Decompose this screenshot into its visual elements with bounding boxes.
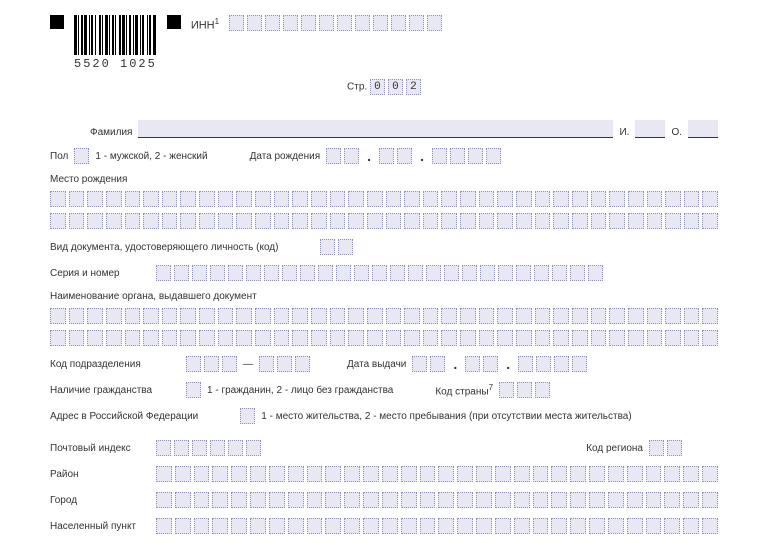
issuedate-year[interactable] xyxy=(518,356,587,372)
deptcode-part2[interactable] xyxy=(259,356,310,372)
initial-i-label: И. xyxy=(619,127,629,138)
issuer-label: Наименование органа, выдавшего документ xyxy=(50,291,257,302)
issuer-label-row: Наименование органа, выдавшего документ xyxy=(50,291,718,302)
postcode-label: Почтовый индекс xyxy=(50,443,150,454)
postcode-cells[interactable] xyxy=(156,440,261,456)
initial-o-field[interactable] xyxy=(688,120,718,138)
district-label: Район xyxy=(50,469,150,480)
city-label: Город xyxy=(50,495,150,506)
serial-label: Серия и номер xyxy=(50,268,150,279)
region-cells[interactable] xyxy=(649,440,682,456)
settlement-row: Населенный пункт xyxy=(50,518,718,534)
initial-i-field[interactable] xyxy=(635,120,665,138)
country-cells[interactable] xyxy=(499,382,550,398)
birthplace-line1[interactable] xyxy=(50,191,718,207)
serial-row: Серия и номер xyxy=(50,265,718,281)
barcode-number: 5520 1025 xyxy=(74,57,157,71)
birthdate-year[interactable] xyxy=(432,148,501,164)
issuedate-label: Дата выдачи xyxy=(347,359,406,370)
address-rf-hint: 1 - место жительства, 2 - место пребыван… xyxy=(261,411,631,422)
dot-sep: . xyxy=(365,148,373,164)
citizenship-row: Наличие гражданства 1 - гражданин, 2 - л… xyxy=(50,382,718,398)
birthdate-day[interactable] xyxy=(326,148,359,164)
birthplace-label: Место рождения xyxy=(50,174,127,185)
page-label: Стр. xyxy=(347,82,367,93)
issuer-line2[interactable] xyxy=(50,330,718,346)
city-cells[interactable] xyxy=(156,492,718,508)
inn-cells[interactable] xyxy=(229,15,442,31)
sex-birthdate-row: Пол 1 - мужской, 2 - женский Дата рожден… xyxy=(50,148,718,164)
marker-box-left xyxy=(50,15,64,29)
surname-field[interactable] xyxy=(138,120,613,138)
sex-hint: 1 - мужской, 2 - женский xyxy=(95,151,207,162)
page-cells: 0 0 2 xyxy=(370,79,421,95)
serial-cells[interactable] xyxy=(156,265,603,281)
doctype-label: Вид документа, удостоверяющего личность … xyxy=(50,242,278,253)
issuedate-month[interactable] xyxy=(465,356,498,372)
address-rf-label: Адрес в Российской Федерации xyxy=(50,411,198,422)
initial-o-label: О. xyxy=(671,127,682,138)
issuer-line1[interactable] xyxy=(50,308,718,324)
settlement-label: Населенный пункт xyxy=(50,521,150,532)
barcode-block: 5520 1025 xyxy=(74,15,157,71)
inn-label: ИНН1 xyxy=(191,17,219,32)
barcode xyxy=(74,15,156,55)
sex-cell[interactable] xyxy=(74,148,89,164)
settlement-cells[interactable] xyxy=(156,518,718,534)
surname-label: Фамилия xyxy=(90,127,132,138)
address-rf-row: Адрес в Российской Федерации 1 - место ж… xyxy=(50,408,718,424)
citizenship-label: Наличие гражданства xyxy=(50,385,180,396)
birthplace-line2[interactable] xyxy=(50,213,718,229)
postcode-region-row: Почтовый индекс Код региона xyxy=(50,440,718,456)
page-number-row: Стр. 0 0 2 xyxy=(50,79,718,95)
doctype-row: Вид документа, удостоверяющего личность … xyxy=(50,239,718,255)
deptcode-sep: — xyxy=(243,359,253,370)
birthplace-label-row: Место рождения xyxy=(50,174,718,185)
deptcode-label: Код подразделения xyxy=(50,359,180,370)
birthdate-month[interactable] xyxy=(379,148,412,164)
district-row: Район xyxy=(50,466,718,482)
citizenship-hint: 1 - гражданин, 2 - лицо без гражданства xyxy=(207,385,393,396)
header-row: 5520 1025 ИНН1 xyxy=(50,15,718,71)
country-label: Код страны7 xyxy=(435,383,493,397)
issuedate-day[interactable] xyxy=(412,356,445,372)
sex-label: Пол xyxy=(50,151,68,162)
city-row: Город xyxy=(50,492,718,508)
address-rf-cell[interactable] xyxy=(240,408,255,424)
deptcode-issuedate-row: Код подразделения — Дата выдачи . . xyxy=(50,356,718,372)
citizenship-cell[interactable] xyxy=(186,382,201,398)
district-cells[interactable] xyxy=(156,466,718,482)
birthdate-label: Дата рождения xyxy=(250,151,321,162)
marker-box-right xyxy=(167,15,181,29)
region-label: Код региона xyxy=(586,443,643,454)
doctype-cells[interactable] xyxy=(320,239,353,255)
name-row: Фамилия И. О. xyxy=(90,120,718,138)
dot-sep: . xyxy=(418,148,426,164)
deptcode-part1[interactable] xyxy=(186,356,237,372)
